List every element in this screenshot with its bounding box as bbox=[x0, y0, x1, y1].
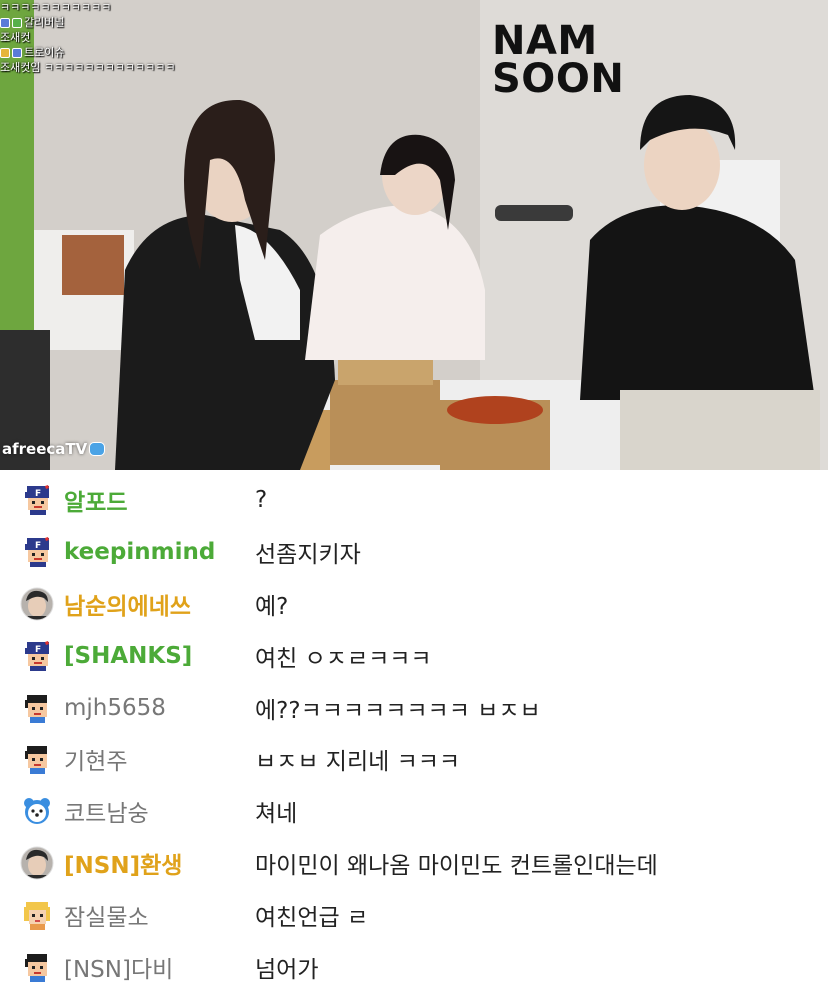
chat-nickname[interactable]: 기현주 bbox=[64, 742, 127, 776]
pixel-face-icon bbox=[20, 742, 54, 776]
afreecatv-logo: afreecaTV bbox=[2, 440, 106, 458]
overlay-chat-text: 조새컷임 ㅋㅋㅋㅋㅋㅋㅋㅋㅋㅋㅋㅋㅋ bbox=[0, 61, 176, 74]
chat-nickname[interactable]: keepinmind bbox=[64, 539, 215, 565]
chat-message-text: 에??ㅋㅋㅋㅋㅋㅋㅋㅋ ㅂㅈㅂ bbox=[255, 698, 541, 724]
chat-message[interactable]: 코트남숭 쳐네 bbox=[0, 785, 828, 837]
chat-nickname[interactable]: [SHANKS] bbox=[64, 643, 192, 669]
chat-message-text: 예? bbox=[255, 594, 289, 620]
user-badge-icon bbox=[0, 17, 10, 28]
svg-text:F: F bbox=[35, 489, 41, 499]
user-badge-icon bbox=[12, 47, 22, 58]
vip-badge-icon bbox=[0, 47, 10, 58]
overlay-chat-line: 조새컷임 ㅋㅋㅋㅋㅋㅋㅋㅋㅋㅋㅋㅋㅋ bbox=[0, 60, 176, 75]
chat-message[interactable]: 남순의에네쓰 예? bbox=[0, 578, 828, 630]
overlay-chat-line: 조새컷 bbox=[0, 30, 176, 45]
chat-nickname[interactable]: 잠실물소 bbox=[64, 898, 149, 932]
svg-text:F: F bbox=[35, 541, 41, 551]
profile-photo-icon bbox=[20, 587, 54, 621]
chat-message-text: 선좀지키자 bbox=[255, 542, 361, 568]
chat-message-text: 쳐네 bbox=[255, 801, 298, 827]
chat-nickname[interactable]: [NSN]다비 bbox=[64, 950, 173, 984]
chat-message[interactable]: [NSN]환생 마이민이 왜나옴 마이민도 컨트롤인대는데 bbox=[0, 837, 828, 889]
svg-text:F: F bbox=[35, 645, 41, 655]
stream-video[interactable]: NAM SOON ㅋㅋㅋㅋㅋㅋㅋㅋㅋㅋㅋ 갈리버널 조새컷 트로이슈 조새컷임 … bbox=[0, 0, 828, 470]
brand-sign-line2: SOON bbox=[492, 56, 625, 102]
fan-badge-icon: F bbox=[20, 639, 54, 673]
chat-message-text: 넘어가 bbox=[255, 957, 319, 983]
overlay-chat-line: ㅋㅋㅋㅋㅋㅋㅋㅋㅋㅋㅋ bbox=[0, 0, 176, 15]
profile-photo-icon bbox=[20, 846, 54, 880]
pixel-face-icon bbox=[20, 950, 54, 984]
brand-sign-line1: NAM bbox=[492, 18, 598, 64]
overlay-chat-text: 트로이슈 bbox=[24, 46, 65, 59]
chat-nickname[interactable]: [NSN]환생 bbox=[64, 846, 182, 880]
overlay-chat-text: 조새컷 bbox=[0, 31, 31, 44]
chat-message[interactable]: mjh5658 에??ㅋㅋㅋㅋㅋㅋㅋㅋ ㅂㅈㅂ bbox=[0, 682, 828, 734]
overlay-chat-text: ㅋㅋㅋㅋㅋㅋㅋㅋㅋㅋㅋ bbox=[0, 1, 112, 14]
overlay-chat: ㅋㅋㅋㅋㅋㅋㅋㅋㅋㅋㅋ 갈리버널 조새컷 트로이슈 조새컷임 ㅋㅋㅋㅋㅋㅋㅋㅋㅋ… bbox=[0, 0, 176, 75]
chat-message-text: 마이민이 왜나옴 마이민도 컨트롤인대는데 bbox=[255, 853, 658, 879]
blonde-face-icon bbox=[20, 898, 54, 932]
brand-sign: NAM SOON bbox=[492, 18, 625, 102]
chat-message[interactable]: F [SHANKS] 여친 ㅇㅈㄹㅋㅋㅋ bbox=[0, 630, 828, 682]
chat-message-text: ㅂㅈㅂ 지리네 ㅋㅋㅋ bbox=[255, 749, 461, 775]
afreecatv-mascot-icon bbox=[89, 442, 106, 456]
chat-message-text: ? bbox=[255, 487, 268, 513]
afreecatv-logo-text: afreecaTV bbox=[2, 440, 88, 458]
fan-badge-icon: F bbox=[20, 535, 54, 569]
app-root: NAM SOON ㅋㅋㅋㅋㅋㅋㅋㅋㅋㅋㅋ 갈리버널 조새컷 트로이슈 조새컷임 … bbox=[0, 0, 828, 987]
chat-message-text: 여친 ㅇㅈㄹㅋㅋㅋ bbox=[255, 646, 432, 672]
chat-nickname[interactable]: 남순의에네쓰 bbox=[64, 587, 191, 621]
pixel-face-icon bbox=[20, 691, 54, 725]
overlay-chat-line: 갈리버널 bbox=[0, 15, 176, 30]
chat-nickname[interactable]: 알포드 bbox=[64, 483, 127, 517]
chat-message[interactable]: 잠실물소 여친언급 ㄹ bbox=[0, 889, 828, 941]
chat-nickname[interactable]: 코트남숭 bbox=[64, 794, 149, 828]
chat-message[interactable]: F keepinmind 선좀지키자 bbox=[0, 526, 828, 578]
chat-nickname[interactable]: mjh5658 bbox=[64, 695, 166, 721]
chat-list[interactable]: F 알포드 ? F keepinmind 선좀지키자 남순의에네쓰 예? F [… bbox=[0, 470, 828, 987]
chat-message-text: 여친언급 ㄹ bbox=[255, 905, 369, 931]
overlay-chat-line: 트로이슈 bbox=[0, 45, 176, 60]
bear-face-icon bbox=[20, 794, 54, 828]
chat-message[interactable]: 기현주 ㅂㅈㅂ 지리네 ㅋㅋㅋ bbox=[0, 733, 828, 785]
fan-badge-icon: F bbox=[20, 483, 54, 517]
chat-message[interactable]: F 알포드 ? bbox=[0, 474, 828, 526]
fan-badge-icon bbox=[12, 17, 22, 28]
overlay-chat-text: 갈리버널 bbox=[24, 16, 65, 29]
chat-message[interactable]: [NSN]다비 넘어가 bbox=[0, 941, 828, 993]
